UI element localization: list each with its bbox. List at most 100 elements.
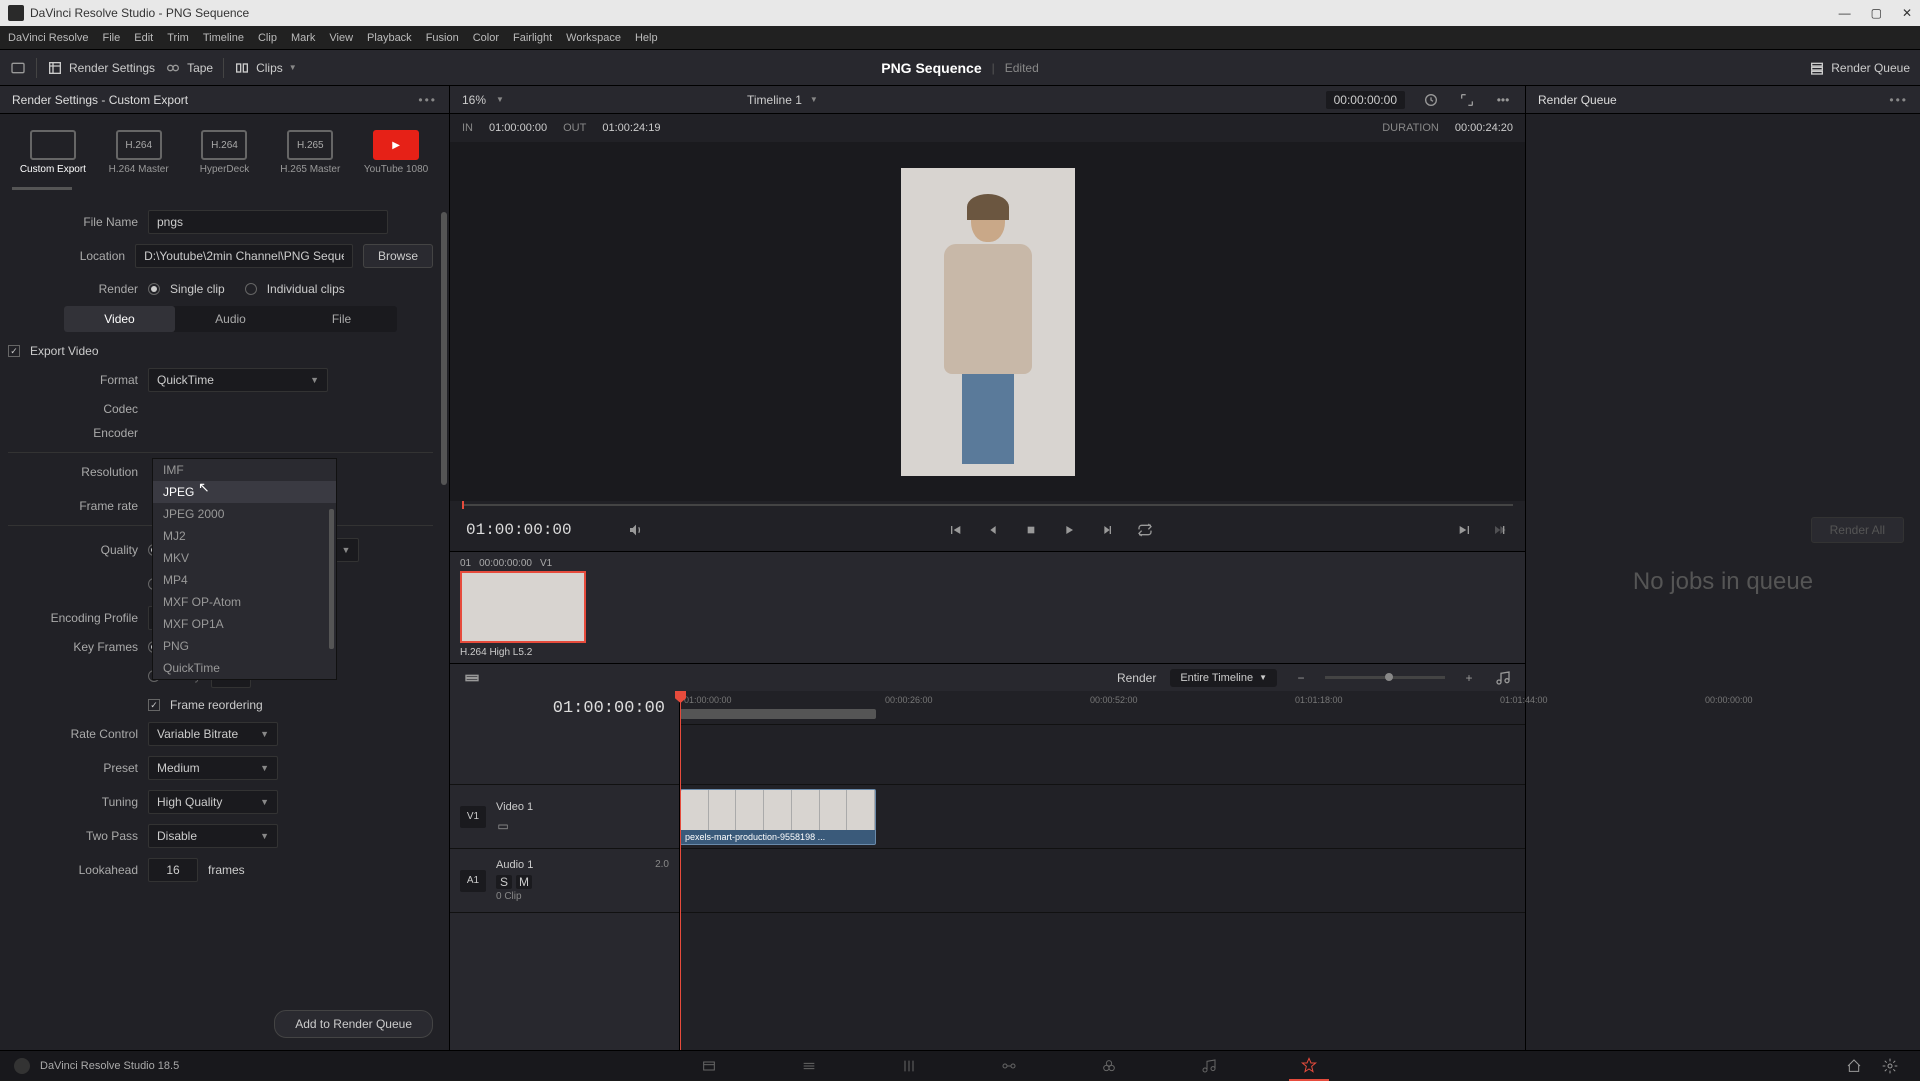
zoom-out-button[interactable]: − [1291, 668, 1311, 688]
first-frame-button[interactable] [945, 520, 965, 540]
render-range-bar[interactable] [680, 709, 876, 719]
loop-button[interactable] [1135, 520, 1155, 540]
fusion-page-tab[interactable] [989, 1051, 1029, 1081]
file-name-input[interactable] [148, 210, 388, 234]
dropdown-item-mxf-op1a[interactable]: MXF OP1A [153, 613, 336, 635]
menu-fusion[interactable]: Fusion [426, 32, 459, 44]
panel-menu-icon[interactable]: ••• [418, 93, 437, 107]
stop-button[interactable] [1021, 520, 1041, 540]
expand-icon[interactable] [1457, 90, 1477, 110]
queue-menu-icon[interactable]: ••• [1889, 93, 1908, 107]
menu-edit[interactable]: Edit [134, 32, 153, 44]
cut-page-tab[interactable] [789, 1051, 829, 1081]
clips-button[interactable]: Clips ▼ [234, 60, 297, 76]
solo-button[interactable]: S [496, 875, 512, 889]
maximize-button[interactable]: ▢ [1871, 6, 1882, 20]
menu-fairlight[interactable]: Fairlight [513, 32, 552, 44]
dropdown-item-png[interactable]: PNG [153, 635, 336, 657]
menu-timeline[interactable]: Timeline [203, 32, 244, 44]
tab-audio[interactable]: Audio [175, 306, 286, 332]
close-button[interactable]: ✕ [1902, 6, 1912, 20]
prev-frame-button[interactable] [983, 520, 1003, 540]
rate-control-select[interactable]: Variable Bitrate▼ [148, 722, 278, 746]
volume-icon[interactable] [626, 520, 646, 540]
frame-reorder-checkbox[interactable] [148, 699, 160, 711]
menu-view[interactable]: View [329, 32, 353, 44]
settings-icon[interactable] [1880, 1056, 1900, 1076]
timecode-display[interactable]: 00:00:00:00 [1326, 91, 1405, 109]
deliver-page-tab[interactable] [1289, 1051, 1329, 1081]
minimize-button[interactable]: — [1839, 6, 1851, 20]
add-to-queue-button[interactable]: Add to Render Queue [274, 1010, 433, 1038]
preset-youtube[interactable]: ▶ YouTube 1080 [353, 124, 439, 181]
preset-h264-master[interactable]: H.264 H.264 Master [96, 124, 182, 181]
menu-trim[interactable]: Trim [167, 32, 189, 44]
viewer-scrubber[interactable] [450, 501, 1525, 509]
edit-page-tab[interactable] [889, 1051, 929, 1081]
video-clip[interactable]: pexels-mart-production-9558198 ... [680, 789, 876, 845]
render-queue-button[interactable]: Render Queue [1809, 60, 1910, 76]
zoom-dropdown-icon[interactable]: ▼ [496, 95, 504, 104]
render-settings-button[interactable]: Render Settings [47, 60, 155, 76]
dropdown-item-quicktime[interactable]: QuickTime [153, 657, 336, 679]
track-lock-icon[interactable]: ▭ [496, 819, 510, 833]
track-lane-a1[interactable] [680, 849, 1525, 913]
browse-button[interactable]: Browse [363, 244, 433, 268]
export-video-checkbox[interactable] [8, 345, 20, 357]
zoom-slider[interactable] [1325, 676, 1445, 679]
menu-workspace[interactable]: Workspace [566, 32, 621, 44]
preset-hyperdeck[interactable]: H.264 HyperDeck [182, 124, 268, 181]
timeline-view-icon[interactable] [462, 668, 482, 688]
menu-playback[interactable]: Playback [367, 32, 412, 44]
timeline-playhead[interactable] [680, 691, 681, 1050]
format-select[interactable]: QuickTime▼ [148, 368, 328, 392]
zoom-in-button[interactable]: + [1459, 668, 1479, 688]
media-page-tab[interactable] [689, 1051, 729, 1081]
menu-clip[interactable]: Clip [258, 32, 277, 44]
tab-file[interactable]: File [286, 306, 397, 332]
track-header-v1[interactable]: V1 Video 1 ▭ [450, 785, 679, 849]
tab-video[interactable]: Video [64, 306, 175, 332]
scrub-playhead[interactable] [462, 501, 464, 509]
viewer-canvas[interactable] [450, 142, 1525, 501]
timeline-ruler[interactable]: 01:00:00:00 00:00:26:00 00:00:52:00 01:0… [680, 691, 1525, 725]
next-frame-button[interactable] [1097, 520, 1117, 540]
menu-help[interactable]: Help [635, 32, 658, 44]
dropdown-item-mj2[interactable]: MJ2 [153, 525, 336, 547]
menu-color[interactable]: Color [473, 32, 499, 44]
track-header-a1[interactable]: A1 Audio 1 2.0 S M 0 Clip [450, 849, 679, 913]
preset-h265-master[interactable]: H.265 H.265 Master [267, 124, 353, 181]
single-clip-radio[interactable] [148, 283, 160, 295]
track-lane-v1[interactable]: pexels-mart-production-9558198 ... [680, 785, 1525, 849]
dropdown-scrollbar[interactable] [329, 509, 334, 649]
dropdown-item-mxf-opatom[interactable]: MXF OP-Atom [153, 591, 336, 613]
zoom-level[interactable]: 16% [462, 93, 486, 107]
individual-clips-radio[interactable] [245, 283, 257, 295]
menu-davinci[interactable]: DaVinci Resolve [8, 32, 89, 44]
last-frame-button[interactable] [1455, 520, 1475, 540]
tuning-select[interactable]: High Quality▼ [148, 790, 278, 814]
timeline-tracks[interactable]: 01:00:00:00 00:00:26:00 00:00:52:00 01:0… [680, 691, 1525, 1050]
lookahead-input[interactable] [148, 858, 198, 882]
home-icon[interactable] [1844, 1056, 1864, 1076]
play-button[interactable] [1059, 520, 1079, 540]
render-range-select[interactable]: Entire Timeline ▼ [1170, 669, 1277, 687]
preset-scrollbar[interactable] [12, 187, 72, 190]
clip-thumbnail[interactable]: 01 00:00:00:00 V1 H.264 High L5.2 [460, 558, 586, 657]
dropdown-item-jpeg[interactable]: JPEG [153, 481, 336, 503]
preset-custom[interactable]: Custom Export [10, 124, 96, 181]
deliver-page-icon[interactable] [10, 60, 26, 76]
menu-mark[interactable]: Mark [291, 32, 315, 44]
viewer-menu-icon[interactable]: ••• [1493, 90, 1513, 110]
menu-file[interactable]: File [103, 32, 121, 44]
render-range-icon[interactable] [1421, 90, 1441, 110]
dropdown-item-jpeg2000[interactable]: JPEG 2000 [153, 503, 336, 525]
color-page-tab[interactable] [1089, 1051, 1129, 1081]
dropdown-item-mkv[interactable]: MKV [153, 547, 336, 569]
form-scrollbar[interactable] [441, 212, 447, 992]
mute-button[interactable]: M [516, 875, 532, 889]
preset-select[interactable]: Medium▼ [148, 756, 278, 780]
timeline-dropdown-icon[interactable]: ▼ [810, 95, 818, 104]
dropdown-item-imf[interactable]: IMF [153, 459, 336, 481]
tape-button[interactable]: Tape [165, 60, 213, 76]
